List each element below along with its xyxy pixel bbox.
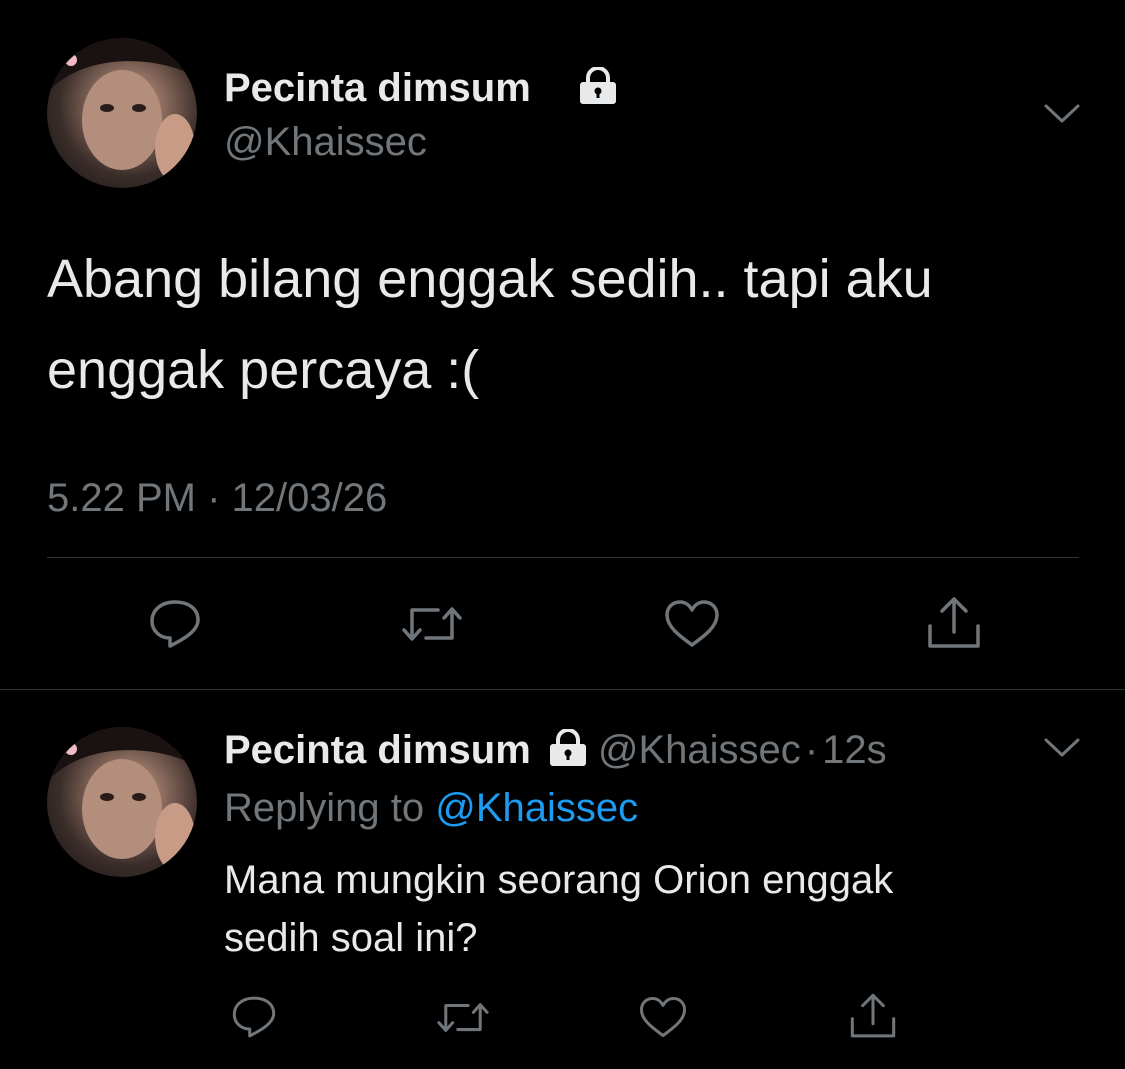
lock-icon	[576, 67, 620, 105]
reply-header: Pecinta dimsum @Khaissec · 12s	[224, 726, 887, 774]
avatar[interactable]	[47, 727, 197, 877]
display-name[interactable]: Pecinta dimsum	[224, 64, 531, 112]
retweet-icon[interactable]	[432, 995, 494, 1040]
display-name[interactable]: Pecinta dimsum	[224, 728, 531, 772]
divider	[0, 689, 1125, 690]
tweet-age[interactable]: 12s	[822, 728, 887, 772]
avatar[interactable]	[47, 38, 197, 188]
replying-to: Replying to @Khaissec	[224, 784, 638, 832]
handle[interactable]: @Khaissec	[224, 118, 427, 166]
chevron-down-icon[interactable]	[1042, 102, 1082, 126]
separator-dot: ·	[804, 728, 819, 772]
tweet-text-line-1: Mana mungkin seorang Orion enggak	[224, 858, 894, 902]
chevron-down-icon[interactable]	[1042, 736, 1082, 760]
reply-icon[interactable]	[146, 596, 204, 652]
share-icon[interactable]	[924, 594, 984, 652]
replying-to-label: Replying to	[224, 786, 425, 830]
like-icon[interactable]	[663, 598, 721, 650]
tweet-text-line-1: Abang bilang enggak sedih.. tapi aku	[47, 249, 933, 309]
like-icon[interactable]	[638, 995, 688, 1040]
lock-icon	[546, 729, 590, 767]
divider	[47, 557, 1079, 558]
avatar-photo	[47, 727, 197, 871]
replying-to-handle[interactable]: @Khaissec	[435, 786, 638, 830]
tweet-text-line-2: sedih soal ini?	[224, 916, 478, 960]
avatar-photo	[47, 38, 197, 182]
timestamp[interactable]: 5.22 PM · 12/03/26	[47, 474, 387, 522]
reply-icon[interactable]	[229, 993, 279, 1041]
retweet-icon[interactable]	[396, 598, 468, 650]
handle[interactable]: @Khaissec	[598, 728, 801, 772]
share-icon[interactable]	[847, 991, 899, 1041]
tweet-text-line-2: enggak percaya :(	[47, 340, 480, 400]
